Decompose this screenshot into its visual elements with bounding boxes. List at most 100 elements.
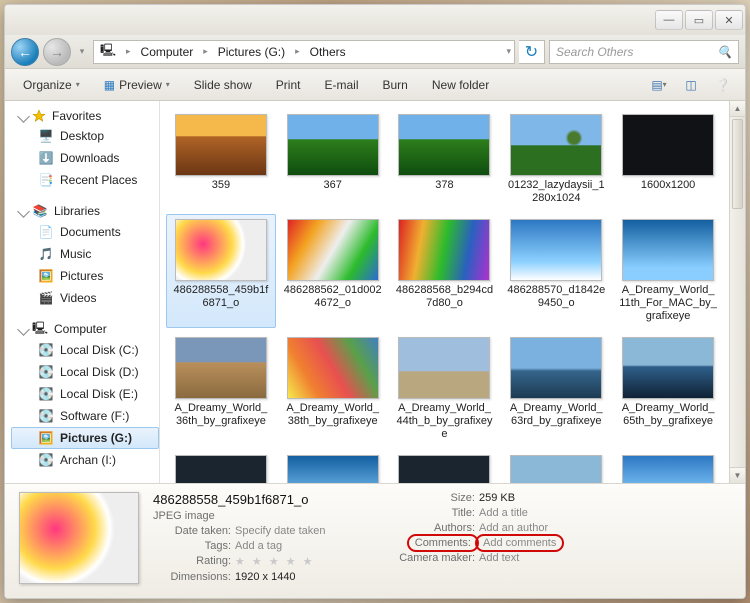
thumbnail-image xyxy=(510,114,602,176)
thumbnail-item[interactable]: A_Dreamy_World_63rd_by_grafixeye xyxy=(501,332,611,446)
nav-documents[interactable]: 📄Documents xyxy=(11,221,159,243)
breadcrumb-expand-icon[interactable]: ▾ xyxy=(503,46,514,57)
thumbnail-item[interactable] xyxy=(278,450,388,483)
thumbnail-item[interactable] xyxy=(501,450,611,483)
details-pane: 486288558_459b1f6871_o JPEG image Date t… xyxy=(5,483,745,598)
details-camera-value[interactable]: Add text xyxy=(479,552,643,564)
thumbnail-item[interactable]: A_Dreamy_World_36th_by_grafixeye xyxy=(166,332,276,446)
breadcrumb-folder[interactable]: Others xyxy=(304,41,352,63)
breadcrumb-root[interactable]: Computer xyxy=(135,41,200,63)
thumbnail-item[interactable]: A_Dreamy_World_44th_b_by_grafixeye xyxy=(390,332,500,446)
thumbnail-image xyxy=(510,219,602,281)
burn-button[interactable]: Burn xyxy=(375,74,416,96)
star-icon xyxy=(32,109,46,123)
nav-computer-header[interactable]: 🖳 Computer xyxy=(19,321,159,337)
nav-desktop[interactable]: 🖥️Desktop xyxy=(11,125,159,147)
breadcrumb[interactable]: 🖳▸ Computer▸ Pictures (G:)▸ Others ▾ xyxy=(93,40,515,64)
thumbnail-item[interactable]: 486288570_d1842e9450_o xyxy=(501,214,611,328)
close-button[interactable]: ✕ xyxy=(715,10,743,30)
thumbnail-item[interactable]: 01232_lazydaysii_1280x1024 xyxy=(501,109,611,210)
nav-disk-c[interactable]: 💽Local Disk (C:) xyxy=(11,339,159,361)
back-button[interactable]: ← xyxy=(11,38,39,66)
thumbnail-label: 378 xyxy=(395,179,493,193)
print-button[interactable]: Print xyxy=(268,74,309,96)
details-rating-value[interactable]: ★ ★ ★ ★ ★ xyxy=(235,555,373,568)
details-comments-label: Comments: xyxy=(383,537,475,549)
command-bar: Organize ▾ ▦ Preview ▾ Slide show Print … xyxy=(5,69,745,101)
details-thumbnail xyxy=(19,492,139,584)
search-input[interactable]: Search Others 🔍 xyxy=(549,40,739,64)
thumbnail-item[interactable]: A_Dreamy_World_11th_For_MAC_by_grafixeye xyxy=(613,214,723,328)
thumbnail-item[interactable]: A_Dreamy_World_65th_by_grafixeye xyxy=(613,332,723,446)
nav-videos[interactable]: 🎬Videos xyxy=(11,287,159,309)
forward-button[interactable]: → xyxy=(43,38,71,66)
nav-recent[interactable]: 📑Recent Places xyxy=(11,169,159,191)
details-tags-value[interactable]: Add a tag xyxy=(235,540,373,552)
nav-disk-e[interactable]: 💽Local Disk (E:) xyxy=(11,383,159,405)
scroll-up-button[interactable]: ▲ xyxy=(730,101,745,117)
nav-computer: 🖳 Computer 💽Local Disk (C:) 💽Local Disk … xyxy=(11,321,159,471)
thumbnail-image xyxy=(398,455,490,483)
thumbnail-item[interactable]: 486288558_459b1f6871_o xyxy=(166,214,276,328)
thumbnail-label: A_Dreamy_World_36th_by_grafixeye xyxy=(172,402,270,428)
thumbnail-item[interactable]: 486288568_b294cd7d80_o xyxy=(390,214,500,328)
scroll-thumb[interactable] xyxy=(732,119,743,209)
thumbnail-item[interactable]: 378 xyxy=(390,109,500,210)
details-comments-value[interactable]: Add comments xyxy=(479,537,643,549)
thumbnail-label: 486288568_b294cd7d80_o xyxy=(395,284,493,310)
nav-favorites-header[interactable]: Favorites xyxy=(19,109,159,123)
nav-disk-d[interactable]: 💽Local Disk (D:) xyxy=(11,361,159,383)
scrollbar[interactable]: ▲ ▼ xyxy=(729,101,745,483)
newfolder-button[interactable]: New folder xyxy=(424,74,497,96)
music-icon: 🎵 xyxy=(38,246,54,262)
search-icon: 🔍 xyxy=(717,45,732,59)
previewpane-button[interactable]: ◫ xyxy=(679,73,703,97)
thumbnail-item[interactable] xyxy=(166,450,276,483)
address-bar-row: ← → ▾ 🖳▸ Computer▸ Pictures (G:)▸ Others… xyxy=(5,35,745,69)
organize-button[interactable]: Organize ▾ xyxy=(15,74,88,96)
nav-music[interactable]: 🎵Music xyxy=(11,243,159,265)
thumbnail-item[interactable]: 359 xyxy=(166,109,276,210)
details-authors-value[interactable]: Add an author xyxy=(479,522,643,534)
breadcrumb-computer-icon[interactable]: 🖳 xyxy=(94,41,122,63)
thumbnail-label: 367 xyxy=(284,179,382,193)
thumbnail-image xyxy=(287,337,379,399)
email-button[interactable]: E-mail xyxy=(316,74,366,96)
nav-libraries-header[interactable]: 📚 Libraries xyxy=(19,203,159,219)
slideshow-button[interactable]: Slide show xyxy=(186,74,260,96)
nav-disk-f[interactable]: 💽Software (F:) xyxy=(11,405,159,427)
details-title-value[interactable]: Add a title xyxy=(479,507,643,519)
thumbnail-item[interactable] xyxy=(390,450,500,483)
thumbnail-item[interactable]: 367 xyxy=(278,109,388,210)
help-button[interactable]: ❔ xyxy=(711,73,735,97)
thumbnail-item[interactable] xyxy=(613,450,723,483)
thumbnail-item[interactable]: A_Dreamy_World_38th_by_grafixeye xyxy=(278,332,388,446)
preview-button[interactable]: ▦ Preview ▾ xyxy=(96,74,178,96)
nav-pictures-lib[interactable]: 🖼️Pictures xyxy=(11,265,159,287)
thumbnail-image xyxy=(398,337,490,399)
computer-icon: 🖳 xyxy=(32,321,48,337)
history-dropdown[interactable]: ▾ xyxy=(75,38,89,66)
scroll-down-button[interactable]: ▼ xyxy=(730,467,745,483)
refresh-button[interactable]: ↻ xyxy=(519,40,545,64)
breadcrumb-loc[interactable]: Pictures (G:) xyxy=(212,41,291,63)
details-date-value[interactable]: Specify date taken xyxy=(235,525,373,537)
thumbnail-label: 486288558_459b1f6871_o xyxy=(172,284,270,310)
desktop-icon: 🖥️ xyxy=(38,128,54,144)
drive-icon: 💽 xyxy=(38,364,54,380)
thumbnail-image xyxy=(398,219,490,281)
recent-icon: 📑 xyxy=(38,172,54,188)
nav-disk-i[interactable]: 💽Archan (I:) xyxy=(11,449,159,471)
maximize-button[interactable]: ▭ xyxy=(685,10,713,30)
nav-disk-g[interactable]: 🖼️Pictures (G:) xyxy=(11,427,159,449)
drive-icon: 🖼️ xyxy=(38,430,54,446)
thumbnail-item[interactable]: 1600x1200 xyxy=(613,109,723,210)
view-button[interactable]: ▤ ▾ xyxy=(647,73,671,97)
thumbnail-image xyxy=(287,219,379,281)
thumbnail-image xyxy=(398,114,490,176)
details-columns: 486288558_459b1f6871_o JPEG image Date t… xyxy=(153,492,731,583)
minimize-button[interactable]: — xyxy=(655,10,683,30)
thumbnail-item[interactable]: 486288562_01d0024672_o xyxy=(278,214,388,328)
nav-downloads[interactable]: ⬇️Downloads xyxy=(11,147,159,169)
thumbnail-label: A_Dreamy_World_38th_by_grafixeye xyxy=(284,402,382,428)
